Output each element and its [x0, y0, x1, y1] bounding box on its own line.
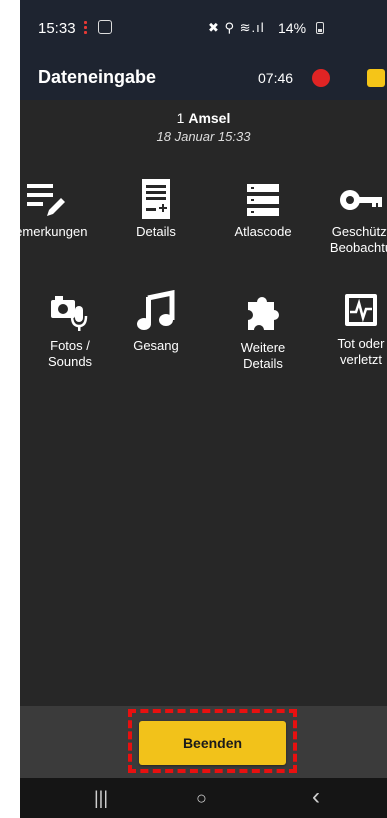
observation-datetime: 18 Januar 15:33 [156, 129, 251, 144]
tile-label: Atlascode [234, 224, 292, 239]
tile-label: Geschützt Beobachtu [329, 224, 387, 255]
species-name: Amsel [188, 110, 231, 126]
list-icon [247, 184, 279, 216]
battery-icon [316, 22, 324, 34]
page-title: Dateneingabe [38, 67, 157, 87]
elapsed-timer: 07:46 [258, 70, 294, 86]
species-count: 1 [176, 110, 185, 126]
tile-geschuetzt[interactable]: Geschützt Beobachtu [312, 180, 387, 256]
tile-label: Gesang [133, 338, 179, 353]
tile-weitere-details[interactable]: Weitere Details [214, 290, 312, 372]
tile-fotos-sounds[interactable]: Fotos / Sounds [21, 290, 119, 370]
camera-mic-icon [51, 296, 88, 331]
music-note-icon [137, 290, 175, 330]
recording-indicator-icon [84, 21, 87, 35]
species-line: 1 Amsel [20, 108, 387, 128]
record-button[interactable] [312, 69, 330, 87]
status-time: 15:33 [38, 20, 76, 37]
tile-gesang[interactable]: Gesang [107, 290, 205, 354]
network-status-icons: ✖ ⚲ ≋.ıl [208, 20, 265, 35]
record-header: 1 Amsel 18 Januar 15:33 [20, 108, 387, 146]
phone-screen: 15:33 ✖ ⚲ ≋.ıl 14% Dateneingabe 07:46 1 … [20, 0, 387, 818]
puzzle-icon [248, 297, 279, 330]
home-button[interactable]: ○ [196, 788, 207, 809]
tile-label: Weitere Details [240, 340, 286, 371]
tile-bemerkungen[interactable]: Bemerkungen [20, 180, 96, 240]
key-icon [340, 190, 382, 210]
tile-label: Bemerkungen [20, 224, 88, 239]
tile-atlascode[interactable]: Atlascode [214, 180, 312, 240]
monitor-heartbeat-icon [345, 294, 377, 326]
system-nav-bar: ||| ○ ‹ [20, 778, 387, 818]
document-add-icon [142, 179, 170, 219]
app-bar: Dateneingabe 07:46 [20, 56, 387, 100]
highlight-box [128, 709, 297, 773]
back-button[interactable]: ‹ [312, 783, 320, 811]
pause-button[interactable] [367, 69, 385, 87]
notes-edit-icon [27, 184, 65, 216]
tile-tot-verletzt[interactable]: Tot oder verletzt [312, 290, 387, 368]
tile-details[interactable]: Details [107, 178, 205, 240]
tile-label: Fotos / Sounds [47, 338, 93, 369]
recents-button[interactable]: ||| [94, 788, 108, 809]
battery-percent: 14% [278, 20, 307, 36]
tile-label: Details [136, 224, 176, 239]
tile-label: Tot oder verletzt [337, 336, 385, 367]
status-bar: 15:33 ✖ ⚲ ≋.ıl 14% [20, 0, 387, 56]
app-notification-icon [98, 20, 112, 34]
